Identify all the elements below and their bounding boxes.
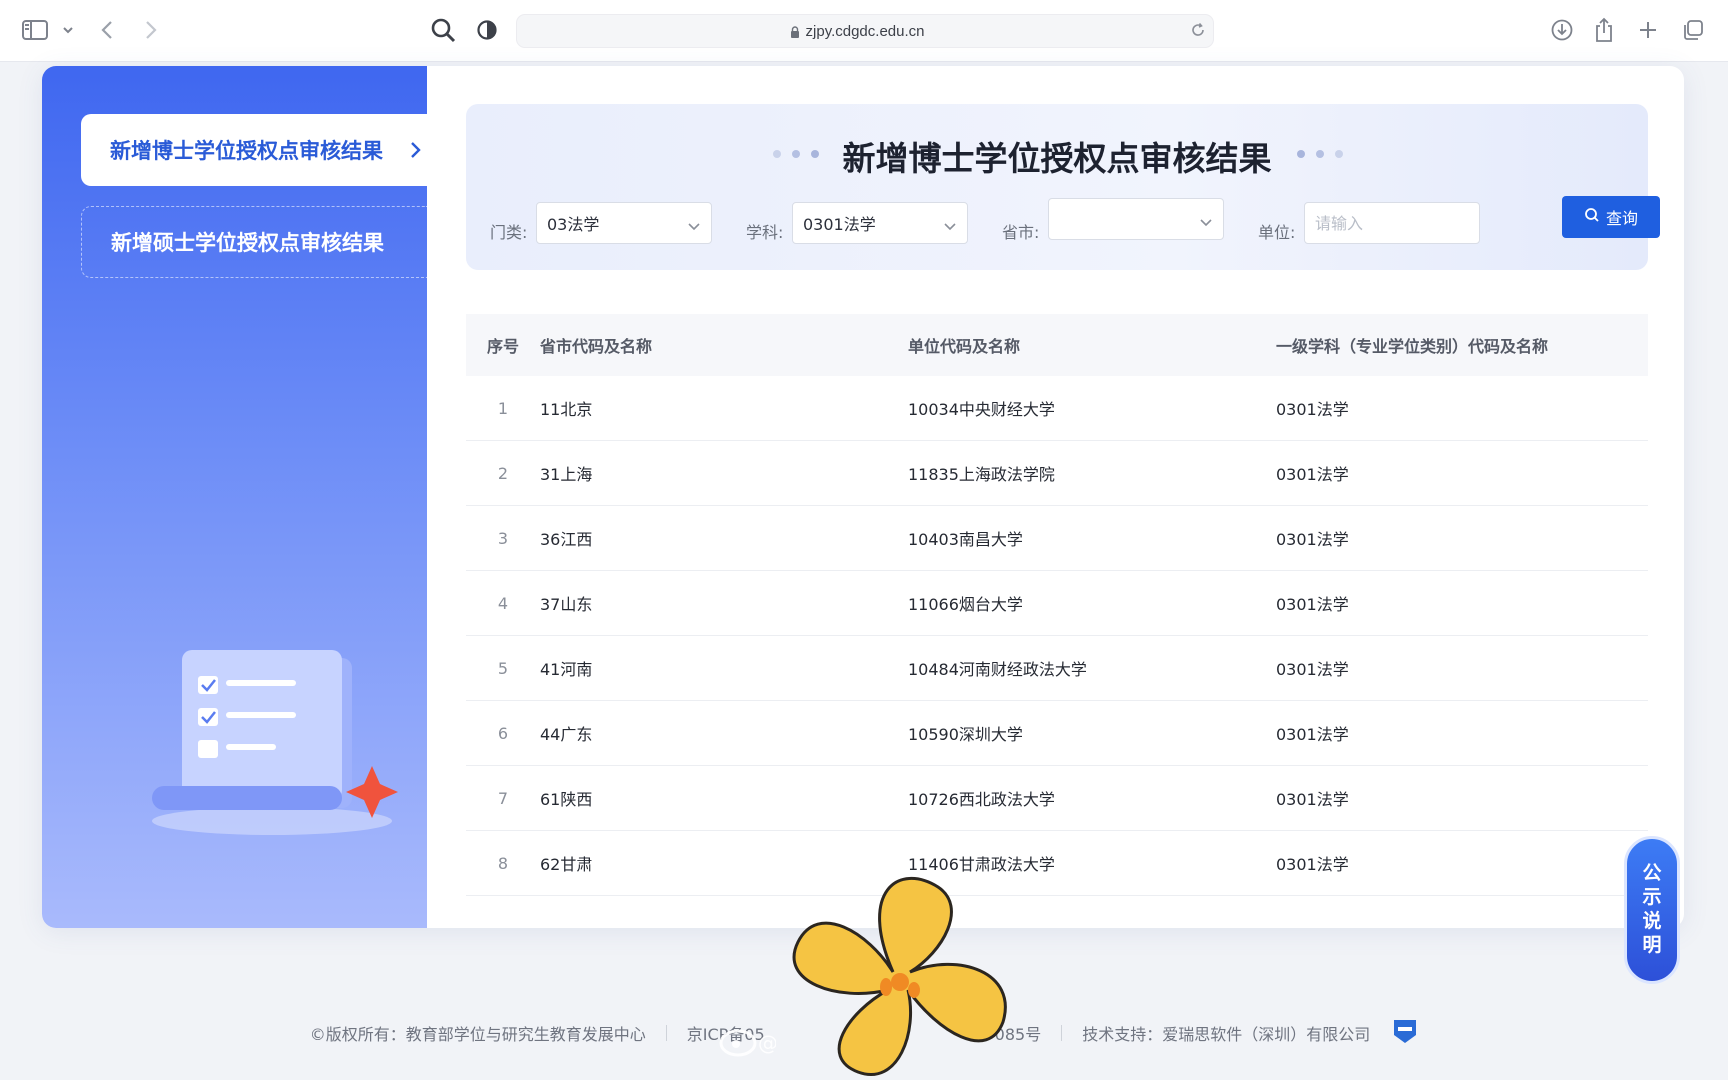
query-button[interactable]: 查询 — [1562, 196, 1660, 238]
unit-label: 单位: — [1258, 223, 1296, 242]
row-unit: 11835上海政法学院 — [908, 465, 1055, 484]
unit-input[interactable] — [1304, 202, 1480, 244]
title-dots-decoration — [1296, 144, 1350, 163]
checklist-illustration — [152, 636, 412, 850]
table-row: 5 41河南 10484河南财经政法大学 0301法学 — [466, 636, 1648, 701]
row-index: 5 — [497, 658, 509, 678]
column-header: 序号 — [486, 337, 519, 356]
province-select[interactable] — [1048, 198, 1224, 240]
row-subject: 0301法学 — [1276, 595, 1349, 614]
row-unit: 11066烟台大学 — [908, 595, 1023, 614]
row-province: 44广东 — [540, 725, 593, 744]
row-province: 41河南 — [540, 660, 593, 679]
category-label: 门类: — [490, 223, 528, 242]
divider — [1061, 1025, 1063, 1041]
chevron-down-icon[interactable] — [62, 15, 74, 45]
table-row: 6 44广东 10590深圳大学 0301法学 — [466, 701, 1648, 766]
download-icon[interactable] — [1550, 15, 1574, 45]
row-subject: 0301法学 — [1276, 530, 1349, 549]
share-icon[interactable] — [1594, 15, 1614, 45]
query-button-label: 查询 — [1605, 211, 1638, 228]
notice-tab-char: 示 — [1642, 886, 1662, 908]
sidebar-item-label: 新增博士学位授权点审核结果 — [110, 139, 383, 163]
row-province: 61陕西 — [540, 790, 593, 809]
row-subject: 0301法学 — [1276, 400, 1349, 419]
row-unit: 10403南昌大学 — [908, 530, 1023, 549]
search-icon — [1584, 207, 1600, 228]
notice-tab-char: 说 — [1642, 910, 1662, 932]
row-index: 2 — [497, 463, 509, 483]
row-province: 37山东 — [540, 595, 593, 614]
svg-text:@: @ — [758, 1031, 776, 1055]
row-province: 36江西 — [540, 530, 593, 549]
row-subject: 0301法学 — [1276, 725, 1349, 744]
notice-tab-char: 公 — [1642, 862, 1662, 884]
address-bar[interactable]: zjpy.cdgdc.edu.cn — [516, 14, 1214, 48]
forward-icon[interactable] — [144, 15, 158, 45]
badge-logo-icon — [1392, 1017, 1418, 1049]
table-row: 1 11北京 10034中央财经大学 0301法学 — [466, 376, 1648, 441]
table-row: 8 62甘肃 11406甘肃政法大学 0301法学 — [466, 831, 1648, 896]
divider — [665, 1025, 667, 1041]
filter-panel: 新增博士学位授权点审核结果 门类: 03法学 学科: 0301法学 省市: 单位… — [466, 104, 1660, 270]
row-index: 3 — [497, 528, 509, 548]
results-table: 序号 省市代码及名称 单位代码及名称 一级学科（专业学位类别）代码及名称 1 1… — [466, 314, 1648, 896]
sidebar: 新增博士学位授权点审核结果 新增硕士学位授权点审核结果 — [42, 66, 427, 928]
subject-select[interactable]: 0301法学 — [792, 202, 968, 244]
copyright-text: ©版权所有：教育部学位与研究生教育发展中心 — [309, 1025, 646, 1044]
category-value: 03法学 — [547, 215, 600, 234]
row-subject: 0301法学 — [1276, 790, 1349, 809]
row-unit: 10484河南财经政法大学 — [908, 660, 1087, 679]
search-icon[interactable] — [430, 15, 456, 45]
new-tab-icon[interactable] — [1638, 15, 1658, 45]
back-icon[interactable] — [100, 15, 114, 45]
category-select[interactable]: 03法学 — [536, 202, 712, 244]
chevron-down-icon — [943, 217, 957, 236]
lock-icon — [790, 24, 800, 43]
table-row: 7 61陕西 10726西北政法大学 0301法学 — [466, 766, 1648, 831]
notice-tab-char: 明 — [1642, 934, 1662, 956]
weibo-watermark-icon: @ — [718, 1025, 778, 1061]
column-header: 一级学科（专业学位类别）代码及名称 — [1276, 337, 1549, 356]
table-header: 序号 省市代码及名称 单位代码及名称 一级学科（专业学位类别）代码及名称 — [466, 314, 1648, 376]
subject-label: 学科: — [746, 223, 784, 242]
browser-toolbar: zjpy.cdgdc.edu.cn — [0, 0, 1728, 62]
row-unit: 10726西北政法大学 — [908, 790, 1055, 809]
tech-support-text: 技术支持：爱瑞思软件（深圳）有限公司 — [1082, 1025, 1371, 1044]
row-index: 7 — [497, 788, 509, 808]
notice-tab[interactable]: 公 示 说 明 — [1624, 836, 1680, 984]
table-row: 2 31上海 11835上海政法学院 0301法学 — [466, 441, 1648, 506]
sidebar-item-doctoral-results[interactable]: 新增博士学位授权点审核结果 — [81, 114, 427, 186]
row-index: 8 — [497, 853, 509, 873]
row-subject: 0301法学 — [1276, 465, 1349, 484]
chevron-right-icon — [409, 140, 421, 164]
row-index: 6 — [497, 723, 509, 743]
flower-sticker — [778, 872, 1028, 1080]
table-row: 3 36江西 10403南昌大学 0301法学 — [466, 506, 1648, 571]
chevron-down-icon — [687, 217, 701, 236]
row-subject: 0301法学 — [1276, 660, 1349, 679]
main-card: 新增博士学位授权点审核结果 新增硕士学位授权点审核结果 新增博士学位授权点审核结… — [42, 66, 1684, 928]
privacy-shield-icon[interactable] — [476, 15, 498, 45]
page-title: 新增博士学位授权点审核结果 — [842, 139, 1272, 178]
row-index: 4 — [497, 593, 509, 613]
table-row: 4 37山东 11066烟台大学 0301法学 — [466, 571, 1648, 636]
row-subject: 0301法学 — [1276, 855, 1349, 874]
row-unit: 10034中央财经大学 — [908, 400, 1055, 419]
reload-icon[interactable] — [1190, 22, 1206, 42]
column-header: 省市代码及名称 — [540, 337, 653, 356]
row-province: 11北京 — [540, 400, 593, 419]
column-header: 单位代码及名称 — [908, 337, 1021, 356]
subject-value: 0301法学 — [803, 215, 876, 234]
sidebar-item-master-results[interactable]: 新增硕士学位授权点审核结果 — [81, 206, 427, 278]
chevron-down-icon — [1199, 213, 1213, 232]
row-index: 1 — [497, 398, 509, 418]
sidebar-item-label: 新增硕士学位授权点审核结果 — [111, 231, 384, 255]
row-province: 31上海 — [540, 465, 593, 484]
tabs-overview-icon[interactable] — [1682, 15, 1704, 45]
row-unit: 10590深圳大学 — [908, 725, 1023, 744]
url-text: zjpy.cdgdc.edu.cn — [805, 23, 925, 40]
province-label: 省市: — [1002, 223, 1040, 242]
sidebar-toggle-icon[interactable] — [22, 15, 48, 45]
